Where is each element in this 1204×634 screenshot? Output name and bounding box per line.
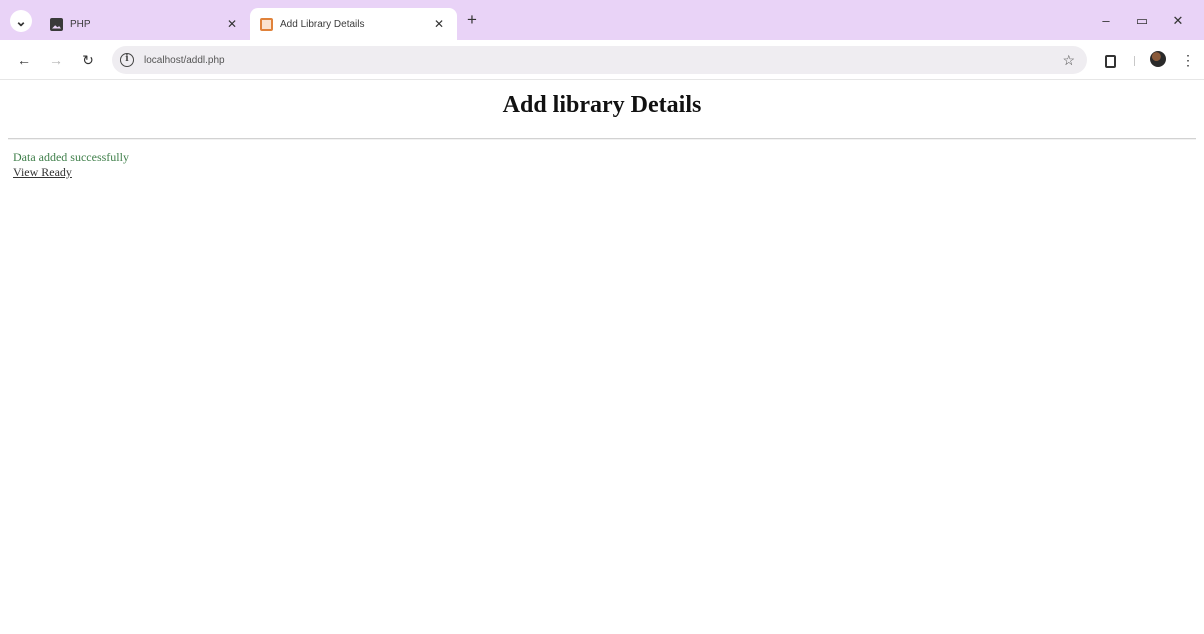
horizontal-rule (8, 138, 1196, 140)
site-info-icon[interactable]: i (120, 53, 134, 67)
success-message: Data added successfully (13, 150, 129, 164)
browser-toolbar: ← → ↻ i localhost/addl.php ☆ ⋮ (0, 40, 1204, 80)
forward-arrow-icon[interactable]: → (46, 50, 66, 70)
toolbar-divider (1134, 56, 1135, 66)
reload-icon[interactable]: ↻ (78, 50, 98, 70)
extensions-icon[interactable] (1100, 50, 1120, 70)
page-content: Add library Details Data added successfu… (0, 81, 1204, 634)
restore-button[interactable]: ▭ (1130, 10, 1154, 32)
minimize-button[interactable]: – (1094, 10, 1118, 32)
tab-title: PHP (70, 18, 91, 30)
close-tab-icon[interactable]: ✕ (431, 17, 447, 31)
tab-add-library-details[interactable]: Add Library Details ✕ (250, 8, 457, 40)
menu-kebab-icon[interactable]: ⋮ (1178, 50, 1198, 70)
url-text[interactable]: localhost/addl.php (144, 55, 1062, 66)
close-window-button[interactable]: ✕ (1166, 10, 1190, 32)
address-bar[interactable]: i localhost/addl.php ☆ (112, 46, 1087, 74)
tab-php[interactable]: PHP ✕ (40, 8, 250, 40)
image-icon (50, 17, 63, 31)
close-tab-icon[interactable]: ✕ (224, 17, 240, 31)
back-arrow-icon[interactable]: ← (14, 50, 34, 70)
page-icon (260, 17, 273, 31)
profile-avatar[interactable] (1150, 51, 1166, 67)
tab-search-button[interactable]: ⌄ (10, 10, 32, 32)
bookmark-star-icon[interactable]: ☆ (1062, 52, 1075, 69)
page-title: Add library Details (502, 92, 702, 118)
view-records-link[interactable]: View Ready (13, 165, 72, 180)
tab-strip: ⌄ PHP ✕ Add Library Details ✕ + – ▭ ✕ (0, 0, 1204, 40)
new-tab-button[interactable]: + (462, 10, 482, 30)
tab-title: Add Library Details (280, 18, 365, 30)
